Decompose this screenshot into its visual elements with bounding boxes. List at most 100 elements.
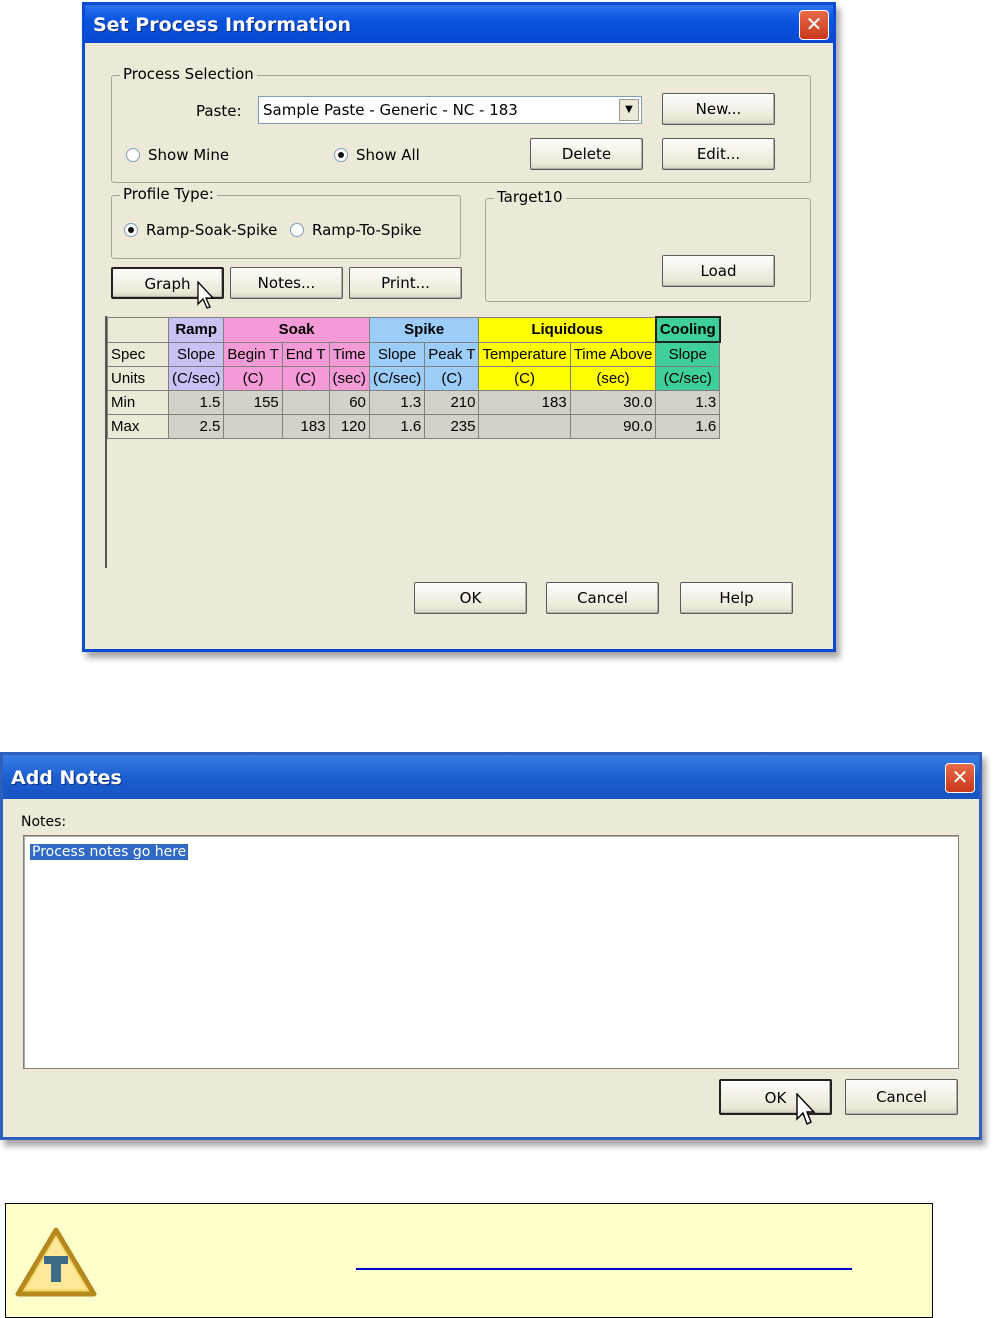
dialog-title: Add Notes: [11, 767, 122, 789]
show-all-radio[interactable]: Show All: [334, 146, 420, 164]
new-button[interactable]: New...: [662, 93, 775, 125]
group-header-spike: Spike: [368, 316, 480, 343]
process-spec-grid: Ramp Soak Spike Liquidous Cooling Spec S…: [105, 316, 812, 568]
notes-textarea[interactable]: Process notes go here: [23, 835, 959, 1069]
table-cell[interactable]: 1.5: [167, 390, 225, 415]
ramp-to-spike-radio-dot[interactable]: [290, 223, 304, 237]
corner-cell: [107, 316, 169, 343]
table-cell[interactable]: 2.5: [167, 414, 225, 439]
notes-selected-text: Process notes go here: [30, 844, 189, 860]
target-legend: Target10: [494, 188, 566, 206]
table-cell[interactable]: 60: [328, 390, 370, 415]
title-bar: Add Notes ✕: [3, 755, 979, 799]
load-button[interactable]: Load: [662, 255, 775, 287]
table-cell[interactable]: (C/sec): [167, 366, 225, 391]
profile-type-group: Profile Type: Ramp-Soak-Spike Ramp-To-Sp…: [111, 185, 461, 259]
row-label-units: Units: [107, 366, 169, 391]
max-row: Max 2.5 183 120 1.6 235 90.0 1.6: [107, 414, 721, 439]
group-header-ramp: Ramp: [167, 316, 225, 343]
table-cell[interactable]: (C): [223, 366, 283, 391]
table-cell[interactable]: (C/sec): [655, 366, 721, 391]
ok-button[interactable]: OK: [414, 582, 527, 614]
paste-label: Paste:: [196, 102, 242, 120]
table-cell[interactable]: Slope: [167, 341, 225, 367]
process-selection-group: Process Selection Paste: Sample Paste - …: [111, 65, 811, 183]
hyperlink-underline[interactable]: [356, 1268, 852, 1270]
title-bar: Set Process Information ✕: [85, 5, 833, 43]
add-notes-dialog: Add Notes ✕ Notes: Process notes go here…: [0, 752, 982, 1140]
ramp-to-spike-radio[interactable]: Ramp-To-Spike: [290, 221, 422, 239]
table-cell[interactable]: 210: [424, 390, 480, 415]
spec-table: Ramp Soak Spike Liquidous Cooling Spec S…: [107, 316, 721, 439]
dialog-title: Set Process Information: [93, 14, 352, 36]
tip-note-box: [5, 1203, 933, 1318]
help-button[interactable]: Help: [680, 582, 793, 614]
table-cell[interactable]: 1.6: [368, 414, 426, 439]
min-row: Min 1.5 155 60 1.3 210 183 30.0 1.3: [107, 390, 721, 415]
cancel-button[interactable]: Cancel: [546, 582, 659, 614]
chevron-down-icon[interactable]: ▼: [619, 99, 639, 121]
profile-type-legend: Profile Type:: [120, 185, 217, 203]
close-button[interactable]: ✕: [799, 10, 829, 40]
table-cell[interactable]: 1.6: [655, 414, 721, 439]
show-mine-label: Show Mine: [148, 146, 230, 164]
table-cell[interactable]: 183: [478, 390, 571, 415]
table-cell[interactable]: Slope: [655, 341, 721, 367]
show-mine-radio[interactable]: Show Mine: [126, 146, 229, 164]
table-cell[interactable]: Time Above: [569, 341, 657, 367]
target-group: Target10 Load: [485, 188, 811, 302]
show-all-radio-dot[interactable]: [334, 148, 348, 162]
table-cell[interactable]: 90.0: [569, 414, 657, 439]
table-cell[interactable]: [281, 390, 330, 415]
table-cell[interactable]: End T: [281, 341, 330, 367]
ramp-soak-spike-label: Ramp-Soak-Spike: [146, 221, 278, 239]
notes-label: Notes:: [21, 814, 67, 830]
cancel-button[interactable]: Cancel: [845, 1079, 958, 1115]
edit-button[interactable]: Edit...: [662, 138, 775, 170]
row-label-min: Min: [107, 390, 169, 415]
table-cell[interactable]: Begin T: [223, 341, 283, 367]
table-cell[interactable]: 120: [328, 414, 370, 439]
table-cell[interactable]: (sec): [569, 366, 657, 391]
table-cell[interactable]: Slope: [368, 341, 426, 367]
table-cell[interactable]: (C/sec): [368, 366, 426, 391]
paste-select-value: Sample Paste - Generic - NC - 183: [263, 101, 518, 119]
table-cell[interactable]: 155: [223, 390, 283, 415]
notes-button[interactable]: Notes...: [230, 267, 343, 299]
group-header-soak: Soak: [223, 316, 370, 343]
table-cell[interactable]: (C): [478, 366, 571, 391]
table-cell[interactable]: (C): [424, 366, 480, 391]
spec-row: Spec Slope Begin T End T Time Slope Peak…: [107, 341, 721, 367]
table-cell[interactable]: 235: [424, 414, 480, 439]
print-button[interactable]: Print...: [349, 267, 462, 299]
show-all-label: Show All: [356, 146, 420, 164]
table-cell[interactable]: (sec): [328, 366, 370, 391]
paste-select[interactable]: Sample Paste - Generic - NC - 183 ▼: [258, 96, 642, 124]
table-cell[interactable]: [478, 414, 571, 439]
ramp-soak-spike-radio-dot[interactable]: [124, 223, 138, 237]
table-cell[interactable]: 30.0: [569, 390, 657, 415]
units-row: Units (C/sec) (C) (C) (sec) (C/sec) (C) …: [107, 366, 721, 391]
ramp-soak-spike-radio[interactable]: Ramp-Soak-Spike: [124, 221, 277, 239]
row-label-spec: Spec: [107, 341, 169, 367]
table-cell[interactable]: [223, 414, 283, 439]
show-mine-radio-dot[interactable]: [126, 148, 140, 162]
table-cell[interactable]: Peak T: [424, 341, 480, 367]
delete-button[interactable]: Delete: [530, 138, 643, 170]
table-cell[interactable]: Time: [328, 341, 370, 367]
table-cell[interactable]: 1.3: [368, 390, 426, 415]
process-selection-legend: Process Selection: [120, 65, 257, 83]
group-header-liquidous: Liquidous: [478, 316, 657, 343]
table-cell[interactable]: (C): [281, 366, 330, 391]
table-cell[interactable]: Temperature: [478, 341, 571, 367]
group-header-row: Ramp Soak Spike Liquidous Cooling: [107, 316, 721, 343]
tip-warning-triangle-icon: [15, 1227, 97, 1297]
set-process-information-dialog: Set Process Information ✕ Process Select…: [82, 2, 836, 652]
table-cell[interactable]: 1.3: [655, 390, 721, 415]
row-label-max: Max: [107, 414, 169, 439]
table-cell[interactable]: 183: [281, 414, 330, 439]
close-button[interactable]: ✕: [945, 763, 975, 793]
mouse-cursor-icon: [197, 281, 215, 309]
group-header-cooling: Cooling: [654, 316, 721, 343]
ramp-to-spike-label: Ramp-To-Spike: [312, 221, 422, 239]
